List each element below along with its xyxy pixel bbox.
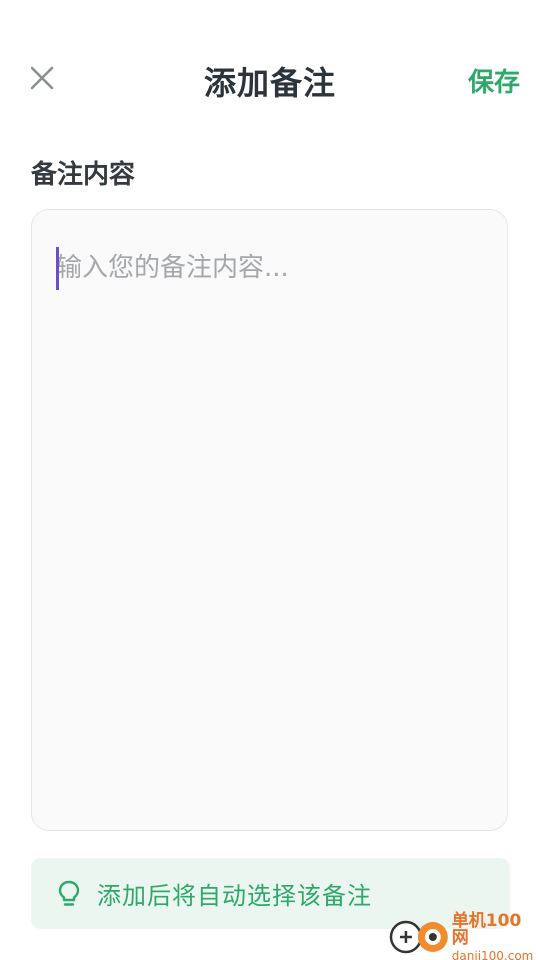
- watermark-logo-icon: [389, 920, 448, 954]
- section-label: 备注内容: [31, 160, 136, 190]
- page-title: 添加备注: [203, 64, 336, 102]
- note-input[interactable]: [56, 246, 486, 806]
- watermark-text: 单机100网 danji100.com: [451, 910, 538, 960]
- header: 添加备注 保存: [0, 50, 540, 110]
- lightbulb-icon: [57, 880, 81, 908]
- text-caret: [56, 247, 59, 290]
- watermark-domain: danji100.com: [451, 948, 534, 960]
- note-box: [31, 209, 508, 831]
- watermark: 单机100网 danji100.com: [388, 910, 538, 960]
- save-button[interactable]: 保存: [468, 62, 520, 99]
- watermark-name: 单机100网: [451, 910, 522, 948]
- tip-text: 添加后将自动选择该备注: [97, 882, 372, 910]
- add-note-screen: 添加备注 保存 备注内容 添加后将自动选择该备注 单机100网 danji100…: [0, 0, 540, 960]
